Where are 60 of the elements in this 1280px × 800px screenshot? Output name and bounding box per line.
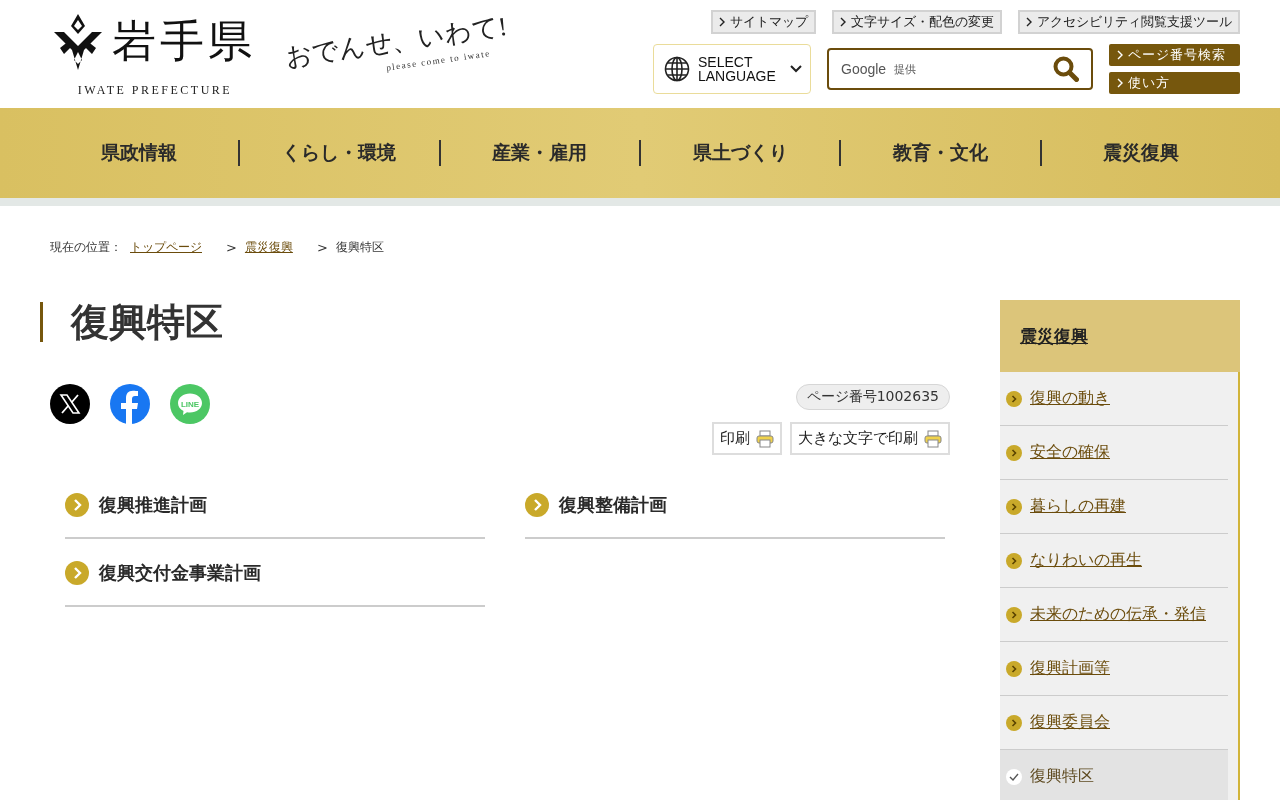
chevron-circle-icon [1006,552,1022,569]
printer-icon [924,429,942,448]
search-field[interactable]: Google 提供 [827,48,1093,90]
chevron-circle-icon [1006,606,1022,623]
utility-link[interactable]: アクセシビリティ閲覧支援ツール [1018,10,1240,34]
nav-item[interactable]: 教育・文化 [841,140,1042,166]
page-title: 復興特区 [40,302,950,342]
sidebar-item[interactable]: なりわいの再生 [1000,534,1228,588]
nav-item[interactable]: くらし・環境 [240,140,441,166]
sidebar-item[interactable]: 復興特区 [1000,750,1228,800]
chevron-circle-icon [1006,444,1022,461]
content-link[interactable]: 復興交付金事業計画 [65,539,485,607]
chevron-circle-icon [65,493,89,517]
search-icon[interactable] [1053,56,1079,82]
page-number-badge: ページ番号1002635 [795,384,950,410]
nav-item[interactable]: 県土づくり [641,140,842,166]
language-select[interactable]: SELECT LANGUAGE [653,44,811,94]
chevron-right-icon [840,17,846,27]
breadcrumb-link[interactable]: 震災復興 [244,238,293,256]
sidebar-item[interactable]: 復興の動き [1000,372,1228,426]
utility-link[interactable]: サイトマップ [711,10,816,34]
x-share-icon[interactable] [50,384,90,424]
check-icon [1006,768,1022,785]
chevron-right-icon [1026,17,1032,27]
nav-item[interactable]: 産業・雇用 [440,140,641,166]
chevron-right-icon [719,17,725,27]
chevron-circle-icon [1006,660,1022,677]
chevron-right-icon [1117,50,1123,60]
chevron-right-icon [1117,78,1123,88]
nav-item[interactable]: 震災復興 [1041,140,1240,166]
sidebar-item[interactable]: 復興計画等 [1000,642,1228,696]
nav-item[interactable]: 県政情報 [40,140,241,166]
breadcrumb-link[interactable]: トップページ [130,238,202,256]
facebook-share-icon[interactable] [110,384,150,424]
sidebar-item[interactable]: 未来のための伝承・発信 [1000,588,1228,642]
site-logo-text[interactable]: 岩手県 [112,12,256,71]
utility-link[interactable]: 文字サイズ・配色の変更 [832,10,1002,34]
breadcrumb-separator: > [226,239,237,255]
chevron-circle-icon [1006,390,1022,407]
sidebar-heading-link[interactable]: 震災復興 [1020,324,1088,348]
breadcrumb-current: 復興特区 [335,238,384,256]
header-button[interactable]: ページ番号検索 [1109,44,1240,66]
emblem-icon [54,13,102,70]
site-subtitle: IWATE PREFECTURE [77,83,233,98]
chevron-circle-icon [1006,498,1022,515]
print-button[interactable]: 大きな文字で印刷 [790,422,950,455]
content-link[interactable]: 復興推進計画 [65,471,485,539]
sidebar-item[interactable]: 安全の確保 [1000,426,1228,480]
printer-icon [756,429,774,448]
globe-icon [664,56,690,82]
chevron-circle-icon [1006,714,1022,731]
chevron-circle-icon [525,493,549,517]
breadcrumb-label: 現在の位置： [50,238,122,256]
print-button[interactable]: 印刷 [712,422,782,455]
sidebar-item[interactable]: 暮らしの再建 [1000,480,1228,534]
content-link[interactable]: 復興整備計画 [525,471,945,539]
header-button[interactable]: 使い方 [1109,72,1240,94]
breadcrumb-separator: > [316,239,328,255]
chevron-down-icon [790,65,802,73]
chevron-circle-icon [65,561,89,585]
